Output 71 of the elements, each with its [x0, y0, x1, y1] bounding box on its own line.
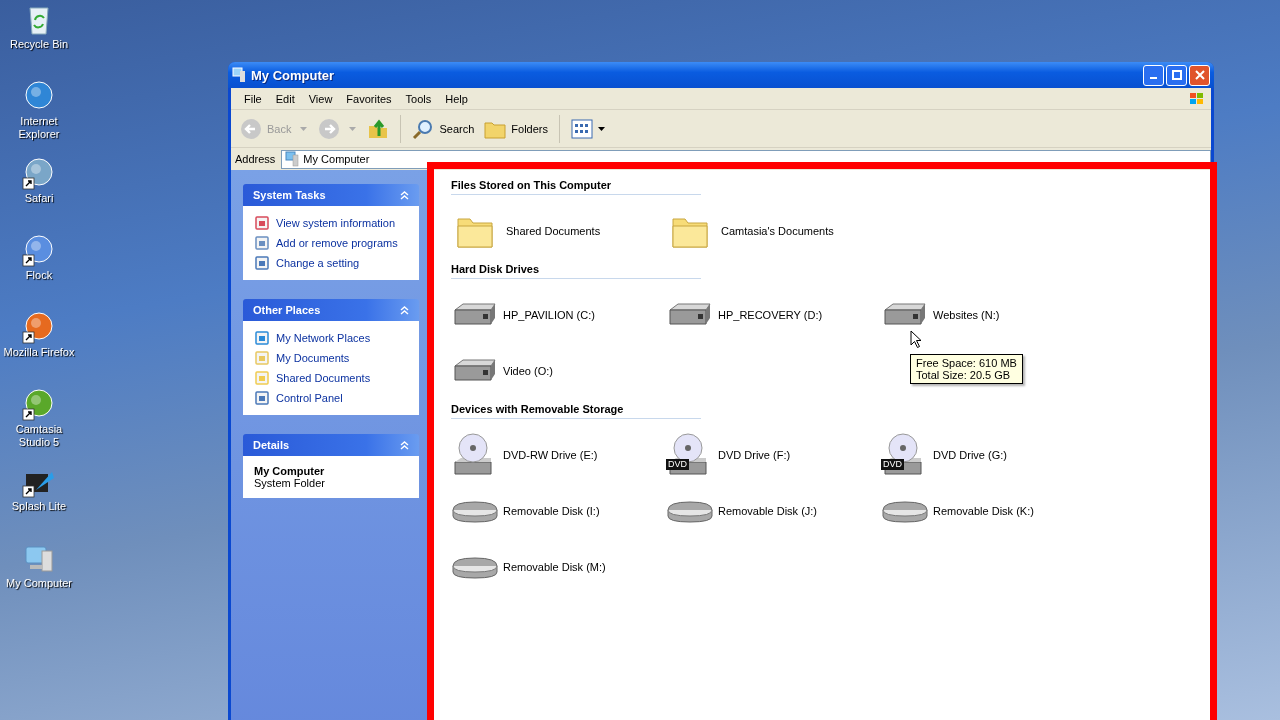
address-label: Address — [235, 153, 276, 165]
caret-icon — [349, 126, 357, 131]
task-link[interactable]: Control Panel — [276, 392, 343, 404]
drive-label[interactable]: Video (O:) — [503, 365, 553, 377]
hard-drive-icon — [451, 358, 499, 384]
section-heading: Devices with Removable Storage — [451, 403, 701, 419]
task-link[interactable]: Add or remove programs — [276, 237, 398, 249]
computer-icon — [232, 67, 246, 83]
desktop-icon-label[interactable]: Recycle Bin — [2, 38, 76, 51]
search-icon — [412, 117, 435, 140]
mouse-pointer-icon — [910, 330, 922, 348]
desktop-icon-label[interactable]: Safari — [2, 192, 76, 205]
section-heading: Hard Disk Drives — [451, 263, 701, 279]
hard-drive-icon — [881, 302, 929, 328]
windows-flag-icon — [1189, 91, 1205, 106]
menu-item[interactable]: File — [237, 92, 269, 105]
task-link[interactable]: View system information — [276, 217, 395, 229]
computer-icon — [285, 151, 300, 167]
task-link[interactable]: Change a setting — [276, 257, 360, 269]
search-button[interactable]: Search — [409, 115, 478, 142]
task-link[interactable]: My Network Places — [276, 332, 371, 344]
hard-drive-icon — [666, 302, 714, 328]
task-link[interactable]: My Documents — [276, 352, 350, 364]
hard-drive-icon — [451, 302, 499, 328]
drive-label[interactable]: Shared Documents — [506, 225, 601, 237]
minimize-icon — [1150, 77, 1157, 79]
drive-label[interactable]: HP_PAVILION (C:) — [503, 309, 595, 321]
desktop-icon-label[interactable]: Mozilla Firefox — [2, 346, 76, 359]
maximize-button[interactable] — [1166, 64, 1187, 86]
desktop-icon-label[interactable]: Flock — [2, 269, 76, 282]
task-group-header[interactable]: Other Places — [243, 299, 419, 321]
caret-icon — [598, 126, 605, 131]
views-button[interactable] — [568, 116, 608, 141]
drive-label[interactable]: DVD Drive (G:) — [933, 449, 1007, 461]
desktop-icon-label[interactable]: Splash Lite — [2, 500, 76, 513]
maximize-icon — [1171, 70, 1182, 80]
minimize-button[interactable] — [1143, 64, 1164, 86]
menu-item[interactable]: Favorites — [339, 92, 399, 105]
folder-up-arrow-icon — [367, 117, 390, 140]
drive-label[interactable]: Camtasia's Documents — [721, 225, 834, 237]
drive-label[interactable]: DVD-RW Drive (E:) — [503, 449, 598, 461]
desktop-icon-label[interactable]: Internet Explorer — [2, 115, 76, 141]
collapse-chevron-icon — [400, 305, 409, 315]
task-group-header[interactable]: System Tasks — [243, 184, 419, 206]
menu-item[interactable]: Edit — [268, 92, 302, 105]
grid-view-icon — [571, 118, 593, 139]
folders-button[interactable]: Folders — [481, 115, 551, 142]
details-name: My Computer — [254, 465, 326, 477]
task-group-header[interactable]: Details — [243, 434, 419, 456]
drive-label[interactable]: Websites (N:) — [933, 309, 1000, 321]
section-heading: Files Stored on This Computer — [451, 179, 701, 195]
details-type: System Folder — [254, 477, 326, 489]
drive-label[interactable]: DVD Drive (F:) — [718, 449, 791, 461]
close-icon — [1194, 70, 1205, 80]
drive-label[interactable]: Removable Disk (K:) — [933, 505, 1034, 517]
caret-icon — [300, 126, 308, 131]
drive-label[interactable]: Removable Disk (M:) — [503, 561, 606, 573]
collapse-chevron-icon — [400, 190, 409, 200]
drive-label[interactable]: HP_RECOVERY (D:) — [718, 309, 823, 321]
menu-item[interactable]: Tools — [398, 92, 439, 105]
window-title: My Computer — [251, 67, 336, 83]
drive-label[interactable]: Removable Disk (I:) — [503, 505, 600, 517]
menu-item[interactable]: Help — [438, 92, 475, 105]
desktop-icon-label[interactable]: Camtasia Studio 5 — [2, 423, 76, 449]
drive-tooltip: Free Space: 610 MB Total Size: 20.5 GB — [910, 354, 1023, 384]
orb-icon[interactable] — [22, 387, 56, 421]
collapse-chevron-icon — [400, 440, 409, 450]
menu-item[interactable]: View — [301, 92, 340, 105]
drive-label[interactable]: Removable Disk (J:) — [718, 505, 818, 517]
task-link[interactable]: Shared Documents — [276, 372, 371, 384]
close-button[interactable] — [1189, 64, 1210, 86]
